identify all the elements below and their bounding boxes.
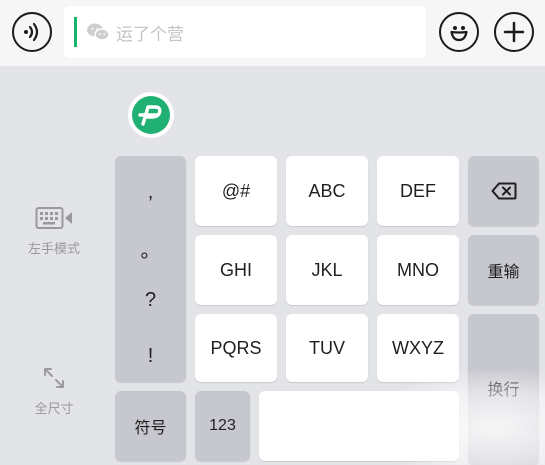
punct-key-comma[interactable]: ,: [115, 172, 186, 212]
emoji-button[interactable]: [439, 12, 479, 52]
key-abc[interactable]: ABC: [286, 156, 368, 226]
placeholder-text: 运了个营: [116, 24, 184, 44]
key-jkl[interactable]: JKL: [286, 235, 368, 305]
key-wxyz[interactable]: WXYZ: [377, 314, 459, 382]
punct-key-question[interactable]: ?: [115, 280, 186, 320]
left-hand-mode-label: 左手模式: [27, 241, 80, 256]
backspace-button[interactable]: [468, 156, 539, 226]
punct-key-exclaim[interactable]: !: [115, 336, 186, 376]
reinput-button[interactable]: 重输: [468, 235, 539, 305]
plus-icon: [503, 21, 525, 43]
key-def[interactable]: DEF: [377, 156, 459, 226]
emoji-icon: [450, 26, 468, 42]
numbers-button[interactable]: 123: [195, 391, 250, 461]
voice-icon: [24, 22, 39, 42]
punctuation-column: , 。 ? !: [115, 156, 186, 382]
plus-button[interactable]: [494, 12, 534, 52]
key-tuv[interactable]: TUV: [286, 314, 368, 382]
space-bar[interactable]: [259, 391, 459, 461]
enter-button[interactable]: 换行: [468, 314, 539, 465]
expand-icon: [44, 368, 64, 388]
app-logo-icon: [138, 105, 162, 126]
key-ghi[interactable]: GHI: [195, 235, 277, 305]
symbols-button[interactable]: 符号: [115, 391, 186, 461]
full-size-label: 全尺寸: [34, 401, 74, 416]
keyboard-logo-button[interactable]: [128, 92, 174, 138]
backspace-icon: [491, 182, 516, 200]
key-symbols-at[interactable]: @#: [195, 156, 277, 226]
punct-key-period[interactable]: 。: [115, 228, 186, 268]
voice-button[interactable]: [12, 12, 52, 52]
key-mno[interactable]: MNO: [377, 235, 459, 305]
keyboard-icon: [35, 207, 72, 229]
left-hand-mode-button[interactable]: 左手模式: [18, 206, 90, 257]
key-pqrs[interactable]: PQRS: [195, 314, 277, 382]
input-placeholder: 运了个营: [86, 19, 184, 45]
full-size-button[interactable]: 全尺寸: [18, 366, 90, 417]
wechat-icon: [87, 23, 110, 41]
message-input[interactable]: 运了个营: [64, 6, 426, 58]
chat-input-bar: 运了个营: [0, 0, 545, 66]
text-caret: [74, 17, 77, 47]
enter-label: 换行: [487, 382, 520, 399]
